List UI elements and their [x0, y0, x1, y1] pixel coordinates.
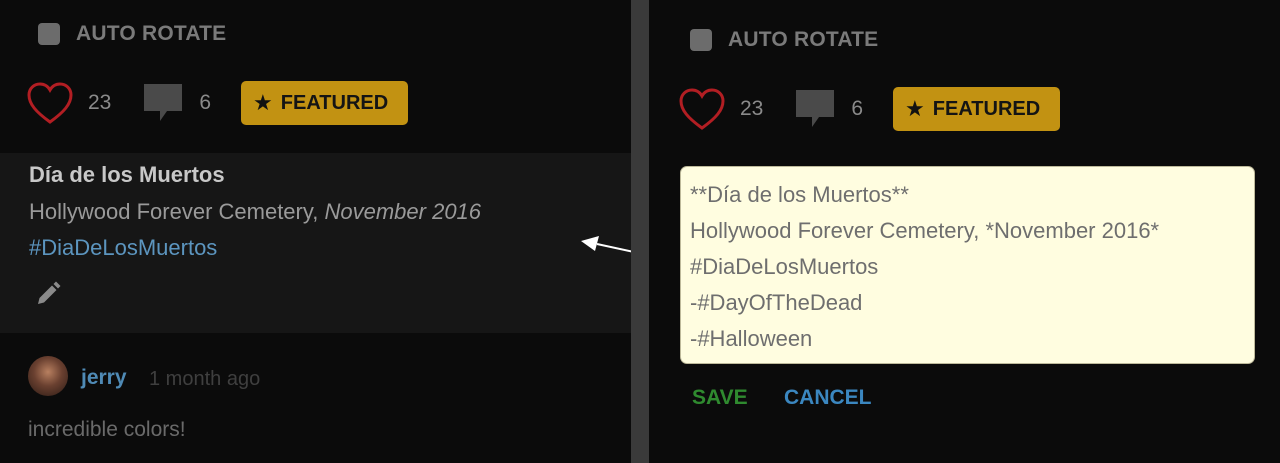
- description-editor[interactable]: **Día de los Muertos** Hollywood Forever…: [680, 166, 1255, 364]
- comment-time: 1 month ago: [149, 368, 261, 390]
- save-button[interactable]: SAVE: [692, 386, 748, 410]
- heart-icon[interactable]: [678, 87, 726, 131]
- featured-label: FEATURED: [932, 97, 1041, 120]
- comment-count: 6: [199, 91, 212, 114]
- action-bar: 23 6 ★ FEATURED: [26, 81, 409, 125]
- description-date: November 2016: [324, 199, 482, 224]
- featured-badge[interactable]: ★ FEATURED: [893, 87, 1061, 131]
- comment-icon[interactable]: [141, 81, 185, 125]
- panel-divider: [631, 0, 649, 463]
- featured-badge[interactable]: ★ FEATURED: [241, 81, 409, 125]
- checkbox-icon[interactable]: [690, 29, 712, 51]
- pencil-icon[interactable]: [34, 280, 62, 308]
- description-location-line: Hollywood Forever Cemetery, November 201…: [29, 199, 481, 225]
- featured-label: FEATURED: [280, 91, 389, 114]
- comment-count: 6: [851, 97, 864, 120]
- comment-text: incredible colors!: [28, 418, 186, 441]
- editor-line: Hollywood Forever Cemetery, *November 20…: [690, 218, 1160, 243]
- like-count: 23: [740, 97, 764, 120]
- auto-rotate-label: AUTO ROTATE: [76, 22, 227, 45]
- auto-rotate-toggle[interactable]: AUTO ROTATE: [38, 22, 226, 46]
- auto-rotate-label: AUTO ROTATE: [728, 28, 879, 51]
- action-bar: 23 6 ★ FEATURED: [678, 87, 1061, 131]
- description-title: Día de los Muertos: [29, 162, 225, 187]
- comment-icon[interactable]: [793, 87, 837, 131]
- editor-line: -#Halloween: [690, 326, 813, 351]
- like-count: 23: [88, 91, 112, 114]
- right-panel: AUTO ROTATE 23 6 ★ FEATURED **Día de los…: [649, 0, 1280, 463]
- description-location: Hollywood Forever Cemetery,: [29, 199, 319, 224]
- description-hashtag[interactable]: #DiaDeLosMuertos: [29, 235, 217, 261]
- auto-rotate-toggle[interactable]: AUTO ROTATE: [690, 28, 878, 52]
- editor-line: -#DayOfTheDead: [690, 290, 863, 315]
- star-icon: ★: [905, 96, 925, 121]
- avatar[interactable]: [28, 356, 68, 396]
- cancel-button[interactable]: CANCEL: [784, 386, 872, 410]
- editor-line: **Día de los Muertos**: [690, 182, 909, 207]
- editor-line: #DiaDeLosMuertos: [690, 254, 879, 279]
- left-panel: AUTO ROTATE 23 6 ★ FEATURED Día de los M…: [0, 0, 631, 463]
- heart-icon[interactable]: [26, 81, 74, 125]
- comment-author[interactable]: jerry: [81, 366, 127, 390]
- arrow-annotation: [581, 236, 631, 253]
- checkbox-icon[interactable]: [38, 23, 60, 45]
- star-icon: ★: [253, 90, 273, 115]
